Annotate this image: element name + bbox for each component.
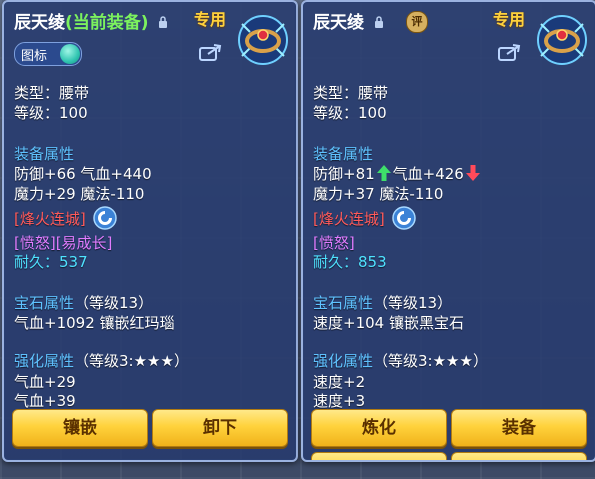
item-type: 类型：腰带 <box>313 84 389 102</box>
durability: 耐久：537 <box>14 251 88 272</box>
donate-button[interactable]: 捐献 <box>311 452 447 460</box>
durability-label: 耐久： <box>313 253 359 271</box>
gem-attr-header: 宝石属性（等级13） <box>313 292 452 313</box>
swirl-icon <box>92 206 117 230</box>
unequip-button[interactable]: 卸下 <box>152 409 288 447</box>
current-equipment-panel: 辰天绫(当前装备) 专用 图标 类型：腰带 等级：100 装备属性 防御+66 … <box>2 0 298 462</box>
gem-attr-line: 速度+104 镶嵌黑宝石 <box>313 314 464 332</box>
enhance-attr-line-2: 气血+39 <box>14 392 76 410</box>
item-title: 辰天绫 <box>313 8 384 33</box>
special-effect: [烽火连城] <box>313 206 416 230</box>
item-level: 等级：100 <box>14 104 88 122</box>
enhance-attr-title: 强化属性 <box>313 352 374 370</box>
exclusive-label: 专用 <box>493 10 526 29</box>
equip-button[interactable]: 装备 <box>451 409 587 447</box>
gem-attr-line: 气血+1092 镶嵌红玛瑙 <box>14 314 175 332</box>
equip-attr-header: 装备属性 <box>313 145 374 163</box>
defense-stat: 防御+81 <box>313 165 375 183</box>
refine-button[interactable]: 炼化 <box>311 409 447 447</box>
gem-attr-title: 宝石属性 <box>14 294 75 312</box>
special-effect-name: [烽火连城] <box>14 210 86 228</box>
icon-toggle[interactable]: 图标 <box>14 42 82 66</box>
arrow-up-icon <box>376 165 391 181</box>
toggle-knob <box>60 44 80 64</box>
share-icon[interactable] <box>199 42 223 62</box>
item-level: 等级：100 <box>313 104 387 122</box>
belt-item-icon[interactable] <box>535 14 589 66</box>
item-name: 辰天绫 <box>14 13 65 33</box>
equip-attr-line-1: 防御+81 气血+426 <box>313 163 482 184</box>
equip-attr-header: 装备属性 <box>14 145 75 163</box>
equip-attr-line-1: 防御+66 气血+440 <box>14 165 152 183</box>
inlay-button[interactable]: 镶嵌 <box>12 409 148 447</box>
gem-level: （等级13） <box>373 294 453 312</box>
enhance-level: （等级3:★★★） <box>373 352 488 370</box>
equip-attr-line-2: 魔力+29 魔法-110 <box>14 185 145 203</box>
item-type: 类型：腰带 <box>14 84 90 102</box>
arrow-down-icon <box>465 165 480 181</box>
durability-label: 耐久： <box>14 253 60 271</box>
enhance-attr-title: 强化属性 <box>14 352 75 370</box>
enhance-attr-line-1: 气血+29 <box>14 373 76 391</box>
lock-icon <box>159 16 168 28</box>
gem-attr-title: 宝石属性 <box>313 294 374 312</box>
durability-value: 537 <box>59 253 88 271</box>
item-name: 辰天绫 <box>313 13 364 33</box>
gem-level: （等级13） <box>74 294 154 312</box>
hp-stat: 气血+426 <box>392 165 464 183</box>
belt-item-icon[interactable] <box>236 14 290 66</box>
enhance-attr-header: 强化属性（等级3:★★★） <box>14 350 189 371</box>
current-equip-status: (当前装备) <box>65 13 149 33</box>
item-title: 辰天绫(当前装备) <box>14 8 168 33</box>
special-effect-name: [烽火连城] <box>313 210 385 228</box>
enhance-attr-line-2: 速度+3 <box>313 392 366 410</box>
lock-icon <box>374 16 383 28</box>
swirl-icon <box>391 206 416 230</box>
compare-equipment-panel: 辰天绫 评 专用 类型：腰带 等级：100 装备属性 防御+81 气血+426 魔… <box>301 0 595 462</box>
special-effect: [烽火连城] <box>14 206 117 230</box>
special-traits: [愤怒][易成长] <box>14 234 113 252</box>
extract-button[interactable]: 提炼 <box>451 452 587 460</box>
gem-attr-header: 宝石属性（等级13） <box>14 292 153 313</box>
special-traits: [愤怒] <box>313 234 355 252</box>
rating-badge-icon: 评 <box>406 11 428 33</box>
durability-value: 853 <box>358 253 387 271</box>
enhance-level: （等级3:★★★） <box>74 352 189 370</box>
enhance-attr-header: 强化属性（等级3:★★★） <box>313 350 488 371</box>
share-icon[interactable] <box>498 42 522 62</box>
durability: 耐久：853 <box>313 251 387 272</box>
icon-toggle-label: 图标 <box>21 49 48 64</box>
enhance-attr-line-1: 速度+2 <box>313 373 366 391</box>
rating-badge-text: 评 <box>411 15 423 28</box>
exclusive-label: 专用 <box>194 10 227 29</box>
equip-attr-line-2: 魔力+37 魔法-110 <box>313 185 444 203</box>
